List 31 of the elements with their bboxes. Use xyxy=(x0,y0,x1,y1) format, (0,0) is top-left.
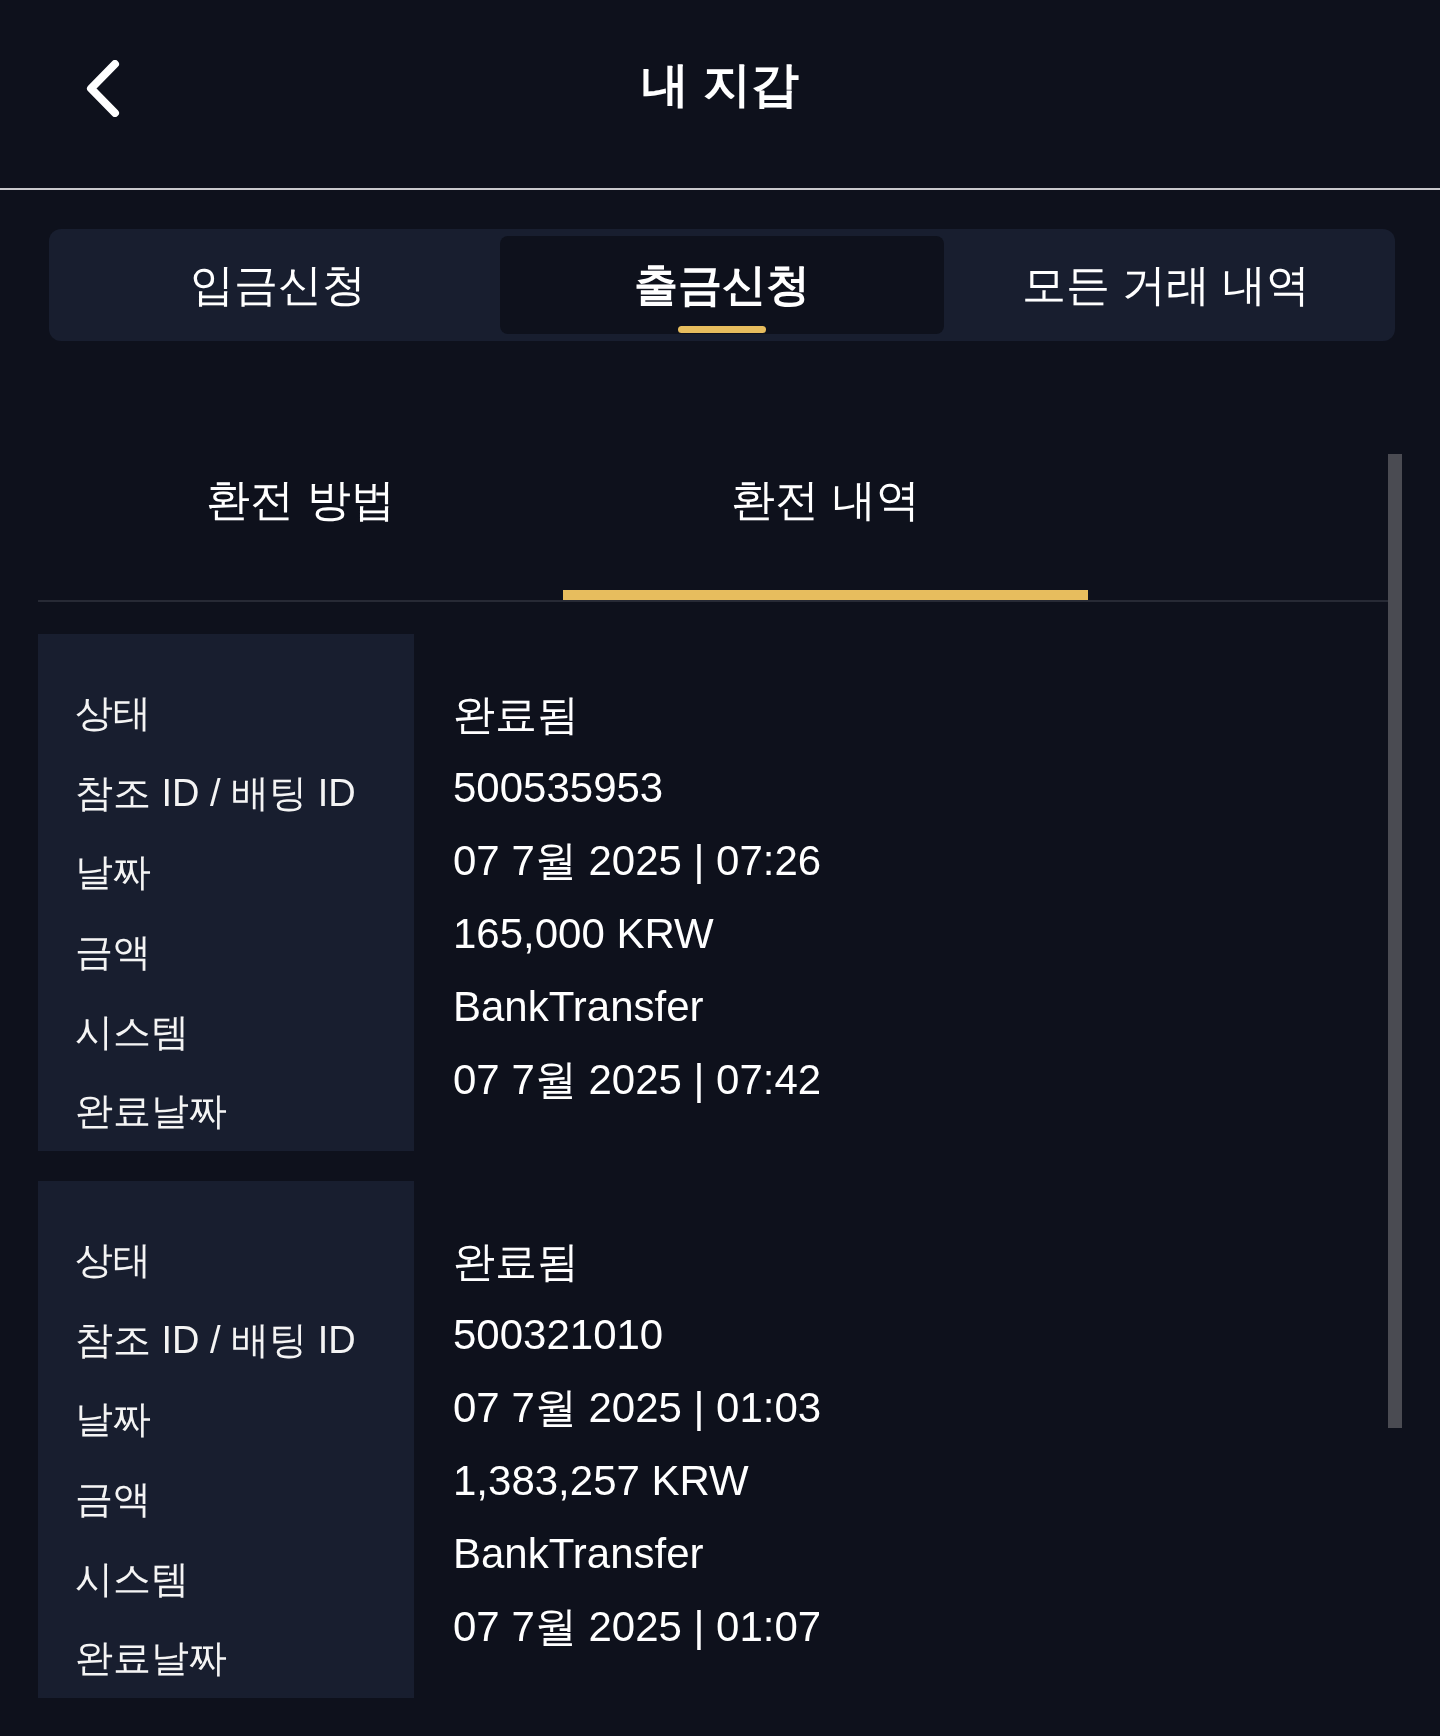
scrollbar[interactable] xyxy=(1388,454,1402,1428)
field-label: 날짜 xyxy=(75,1397,152,1443)
field-label: 완료날짜 xyxy=(75,1636,228,1682)
sub-tab[interactable]: 환전 방법 xyxy=(38,400,563,600)
field-value: 07 7월 2025 | 01:03 xyxy=(453,1382,822,1433)
field-value: 500535953 xyxy=(453,762,665,813)
field-label: 금액 xyxy=(75,1477,152,1523)
page-title: 내 지갑 xyxy=(641,57,799,113)
field-value: 1,383,257 KRW xyxy=(453,1455,750,1506)
field-value: 165,000 KRW xyxy=(453,908,715,959)
field-label: 상태 xyxy=(75,691,152,736)
field-label: 완료날짜 xyxy=(75,1089,228,1135)
field-label: 시스템 xyxy=(75,1009,190,1055)
tab[interactable]: 모든 거래 내역 xyxy=(944,236,1388,334)
field-value: 07 7월 2025 | 01:07 xyxy=(453,1601,822,1652)
field-value: 07 7월 2025 | 07:26 xyxy=(453,835,822,886)
field-value: BankTransfer xyxy=(453,1528,705,1579)
field-label: 금액 xyxy=(75,930,152,976)
tab[interactable]: 출금신청 xyxy=(500,236,944,334)
chevron-left-icon xyxy=(84,59,121,117)
field-value: 완료됨 xyxy=(453,1236,580,1287)
field-label: 참조 ID / 배팅 ID xyxy=(75,1317,357,1363)
field-value: 완료됨 xyxy=(453,689,580,740)
tab[interactable]: 입금신청 xyxy=(56,236,500,334)
field-label: 시스템 xyxy=(75,1556,190,1602)
field-label: 상태 xyxy=(75,1238,152,1283)
field-value: BankTransfer xyxy=(453,981,705,1032)
field-value: 500321010 xyxy=(453,1309,665,1360)
field-value: 07 7월 2025 | 07:42 xyxy=(453,1054,822,1105)
field-label: 날짜 xyxy=(75,850,152,896)
field-label: 참조 ID / 배팅 ID xyxy=(75,770,357,816)
